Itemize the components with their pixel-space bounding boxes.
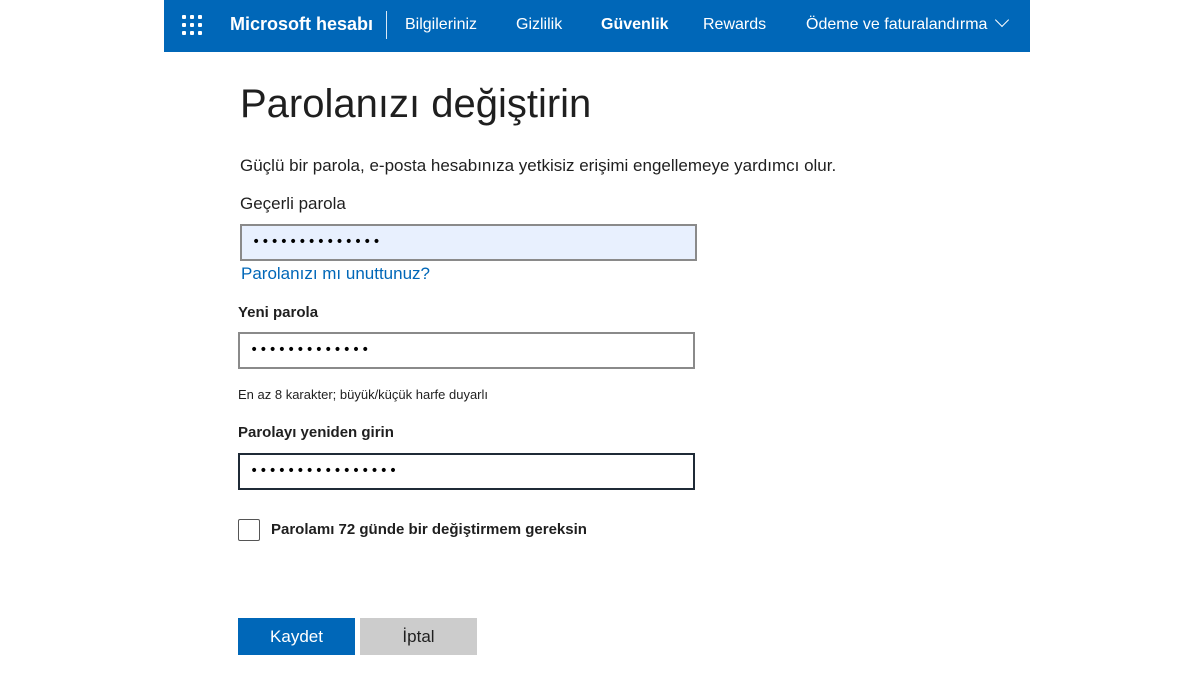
new-password-input[interactable]: ••••••••••••• — [238, 332, 695, 369]
page-title: Parolanızı değiştirin — [240, 82, 592, 126]
confirm-password-label: Parolayı yeniden girin — [238, 424, 394, 441]
app-launcher-icon[interactable] — [182, 15, 202, 35]
expire-password-checkbox-label[interactable]: Parolamı 72 günde bir değiştirmem gereks… — [271, 521, 587, 538]
current-password-input[interactable]: •••••••••••••• — [240, 224, 697, 261]
nav-item-bilgileriniz[interactable]: Bilgileriniz — [405, 16, 477, 34]
brand-divider — [386, 11, 387, 39]
brand-title[interactable]: Microsoft hesabı — [230, 14, 373, 35]
password-hint: En az 8 karakter; büyük/küçük harfe duya… — [238, 387, 489, 402]
top-navigation-bar: Microsoft hesabı Bilgileriniz Gizlilik G… — [164, 0, 1030, 52]
nav-item-gizlilik[interactable]: Gizlilik — [516, 16, 562, 34]
nav-item-guvenlik[interactable]: Güvenlik — [601, 16, 669, 34]
forgot-password-link[interactable]: Parolanızı mı unuttunuz? — [241, 264, 430, 284]
new-password-label: Yeni parola — [238, 304, 319, 321]
current-password-label: Geçerli parola — [240, 194, 346, 213]
nav-item-odeme-faturalandirma[interactable]: Ödeme ve faturalandırma — [806, 12, 1010, 34]
expire-password-checkbox[interactable] — [238, 519, 260, 541]
nav-item-label: Ödeme ve faturalandırma — [806, 16, 988, 33]
cancel-button[interactable]: İptal — [360, 618, 477, 655]
page-description: Güçlü bir parola, e-posta hesabınıza yet… — [240, 156, 837, 175]
confirm-password-input[interactable]: •••••••••••••••• — [238, 453, 695, 490]
save-button[interactable]: Kaydet — [238, 618, 355, 655]
nav-item-rewards[interactable]: Rewards — [703, 16, 766, 34]
chevron-down-icon — [995, 12, 1010, 28]
